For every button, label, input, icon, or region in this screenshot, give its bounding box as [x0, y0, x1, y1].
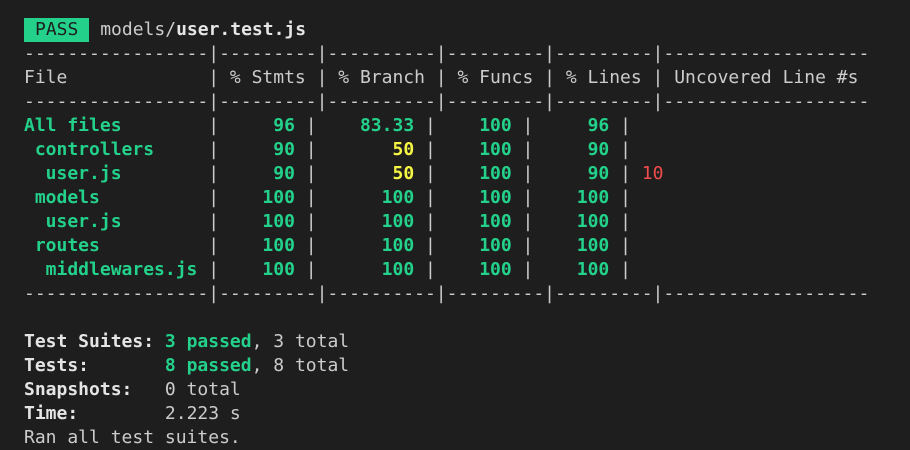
table-row: routes | 100 | 100 | 100 | 100 |	[24, 235, 631, 256]
row-uncovered: 10	[641, 163, 664, 184]
row-branch: 50	[316, 163, 425, 184]
row-funcs: 100	[435, 187, 523, 208]
row-lines: 96	[533, 115, 621, 136]
summary-ran-all: Ran all test suites.	[24, 427, 241, 448]
row-stmts: 90	[219, 139, 306, 160]
test-file-header: PASS models/user.test.js	[24, 18, 904, 42]
row-stmts: 90	[219, 163, 306, 184]
table-separator-top: -----------------|---------|----------|-…	[24, 43, 870, 64]
row-stmts: 100	[219, 187, 306, 208]
summary-snapshots: Snapshots: 0 total	[24, 378, 904, 402]
row-funcs: 100	[435, 139, 523, 160]
suites-total: , 3 total	[251, 331, 350, 352]
pass-badge: PASS	[24, 18, 90, 42]
snapshots-value: 0 total	[164, 379, 241, 400]
summary-time: Time: 2.223 s	[24, 402, 904, 426]
row-branch: 83.33	[316, 115, 425, 136]
tests-total: , 8 total	[251, 355, 350, 376]
table-row: controllers | 90 | 50 | 100 | 90 |	[24, 139, 631, 160]
table-row: user.js | 90 | 50 | 100 | 90 | 10	[24, 163, 664, 184]
row-file: user.js	[24, 163, 209, 184]
suites-passed: 3 passed	[164, 331, 252, 352]
row-file: middlewares.js	[24, 259, 209, 280]
row-branch: 100	[316, 187, 425, 208]
test-path-dir: models/	[100, 19, 177, 40]
row-funcs: 100	[435, 211, 523, 232]
table-row: user.js | 100 | 100 | 100 | 100 |	[24, 211, 631, 232]
table-row: All files | 96 | 83.33 | 100 | 96 |	[24, 115, 631, 136]
suites-label: Test Suites:	[24, 331, 165, 352]
row-funcs: 100	[435, 163, 523, 184]
row-branch: 100	[316, 235, 425, 256]
row-funcs: 100	[435, 259, 523, 280]
row-lines: 100	[533, 259, 621, 280]
table-header: File | % Stmts | % Branch | % Funcs | % …	[24, 67, 870, 88]
row-lines: 90	[533, 139, 621, 160]
time-label: Time:	[24, 403, 165, 424]
row-lines: 100	[533, 187, 621, 208]
row-stmts: 96	[219, 115, 306, 136]
row-branch: 100	[316, 211, 425, 232]
table-row: middlewares.js | 100 | 100 | 100 | 100 |	[24, 259, 631, 280]
tests-passed: 8 passed	[164, 355, 252, 376]
summary-suites: Test Suites: 3 passed, 3 total	[24, 330, 904, 354]
tests-label: Tests:	[24, 355, 165, 376]
row-file: models	[24, 187, 209, 208]
row-branch: 100	[316, 259, 425, 280]
table-separator-mid: -----------------|---------|----------|-…	[24, 91, 870, 112]
table-separator-bottom: -----------------|---------|----------|-…	[24, 283, 870, 304]
row-funcs: 100	[435, 235, 523, 256]
row-lines: 90	[533, 163, 621, 184]
test-path-file: user.test.js	[176, 19, 307, 40]
row-lines: 100	[533, 211, 621, 232]
row-funcs: 100	[435, 115, 523, 136]
row-lines: 100	[533, 235, 621, 256]
row-stmts: 100	[219, 235, 306, 256]
row-file: routes	[24, 235, 209, 256]
time-value: 2.223 s	[164, 403, 241, 424]
row-stmts: 100	[219, 211, 306, 232]
row-stmts: 100	[219, 259, 306, 280]
row-branch: 50	[316, 139, 425, 160]
row-file: All files	[24, 115, 209, 136]
coverage-rows: All files | 96 | 83.33 | 100 | 96 | cont…	[24, 114, 904, 282]
row-file: controllers	[24, 139, 209, 160]
terminal-output: PASS models/user.test.js ---------------…	[24, 18, 904, 450]
summary-tests: Tests: 8 passed, 8 total	[24, 354, 904, 378]
table-row: models | 100 | 100 | 100 | 100 |	[24, 187, 631, 208]
snapshots-label: Snapshots:	[24, 379, 165, 400]
row-file: user.js	[24, 211, 209, 232]
